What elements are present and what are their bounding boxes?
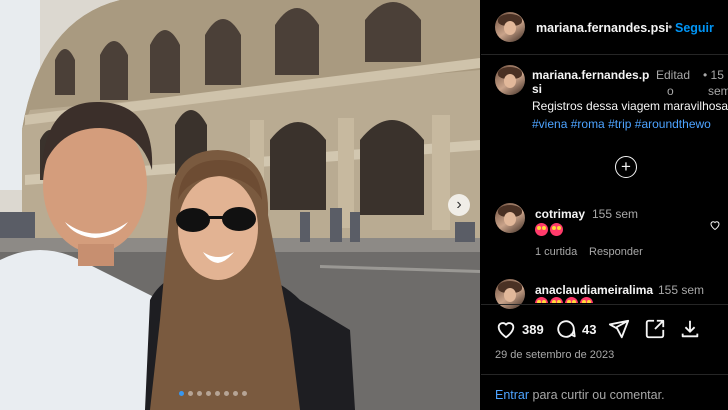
comment-likes[interactable]: 1 curtida bbox=[535, 246, 577, 258]
expand-icon[interactable] bbox=[644, 318, 666, 345]
share-icon[interactable] bbox=[608, 318, 630, 345]
hashtag-link[interactable]: #trip bbox=[608, 117, 631, 131]
carousel-dot bbox=[233, 391, 238, 396]
caption-username[interactable]: mariana.fernandes.p bbox=[532, 68, 649, 82]
chevron-right-icon: › bbox=[456, 196, 462, 213]
comment-text bbox=[535, 296, 595, 303]
author-avatar[interactable] bbox=[495, 12, 525, 42]
star-eyes-emoji-icon bbox=[535, 223, 548, 237]
comment-username[interactable]: cotrimay bbox=[535, 207, 585, 221]
carousel-dot bbox=[215, 391, 220, 396]
star-eyes-emoji-icon bbox=[580, 297, 593, 303]
login-link[interactable]: Entrar bbox=[495, 388, 529, 402]
hashtag-link[interactable]: #roma bbox=[571, 117, 605, 131]
likes-count[interactable]: 389 bbox=[522, 322, 544, 337]
post-date: 29 de setembro de 2023 bbox=[495, 349, 615, 361]
carousel-dot bbox=[179, 391, 184, 396]
caption-username-wrap[interactable]: si bbox=[532, 82, 542, 96]
post-time-wrap: sem bbox=[708, 84, 728, 98]
comment-like-heart-icon[interactable] bbox=[709, 218, 721, 236]
reply-button[interactable]: Responder bbox=[589, 246, 643, 258]
carousel-dot bbox=[242, 391, 247, 396]
actions-divider bbox=[481, 304, 728, 305]
carousel-dot bbox=[224, 391, 229, 396]
comment-time: 155 sem bbox=[592, 207, 639, 221]
comment-username[interactable]: anaclaudiameiralima bbox=[535, 283, 653, 297]
view-more-comments-button[interactable]: + bbox=[615, 156, 637, 178]
edited-label-wrap: o bbox=[667, 84, 674, 98]
login-prompt-text: para curtir ou comentar. bbox=[532, 388, 665, 402]
comments-count[interactable]: 43 bbox=[582, 322, 596, 337]
post-time: • 15 bbox=[703, 68, 724, 82]
carousel-dot bbox=[197, 391, 202, 396]
separator-dot: • bbox=[668, 20, 673, 34]
caption-text: Registros dessa viagem maravilhosa bbox=[532, 99, 728, 113]
caption-hashtags[interactable]: #viena #roma #trip #aroundthewo bbox=[532, 117, 711, 131]
next-photo-button[interactable]: › bbox=[448, 194, 470, 216]
star-eyes-emoji-icon bbox=[550, 223, 563, 237]
star-eyes-emoji-icon bbox=[550, 297, 563, 303]
post-side-panel: mariana.fernandes.psi • Seguir mariana.f… bbox=[481, 0, 728, 410]
colosseum-selfie-image bbox=[0, 0, 480, 410]
star-eyes-emoji-icon bbox=[535, 297, 548, 303]
login-divider bbox=[481, 374, 728, 375]
carousel-dot bbox=[188, 391, 193, 396]
comment-icon[interactable] bbox=[555, 318, 577, 345]
save-icon[interactable] bbox=[679, 318, 701, 345]
comment-time: 155 sem bbox=[658, 283, 705, 297]
comment-avatar[interactable] bbox=[495, 203, 525, 233]
comment-text bbox=[535, 222, 565, 237]
post-photo[interactable]: › bbox=[0, 0, 480, 410]
header-divider bbox=[481, 54, 728, 55]
carousel-dots bbox=[179, 391, 247, 396]
follow-button[interactable]: Seguir bbox=[675, 21, 714, 35]
hashtag-link[interactable]: #aroundthewo bbox=[635, 117, 711, 131]
caption-avatar[interactable] bbox=[495, 65, 525, 95]
login-prompt: Entrar para curtir ou comentar. bbox=[495, 388, 665, 402]
plus-icon: + bbox=[621, 157, 631, 176]
author-username[interactable]: mariana.fernandes.psi bbox=[536, 21, 669, 35]
heart-icon[interactable] bbox=[495, 318, 517, 345]
hashtag-link[interactable]: #viena bbox=[532, 117, 567, 131]
carousel-dot bbox=[206, 391, 211, 396]
star-eyes-emoji-icon bbox=[565, 297, 578, 303]
edited-label: Editad bbox=[656, 68, 691, 82]
